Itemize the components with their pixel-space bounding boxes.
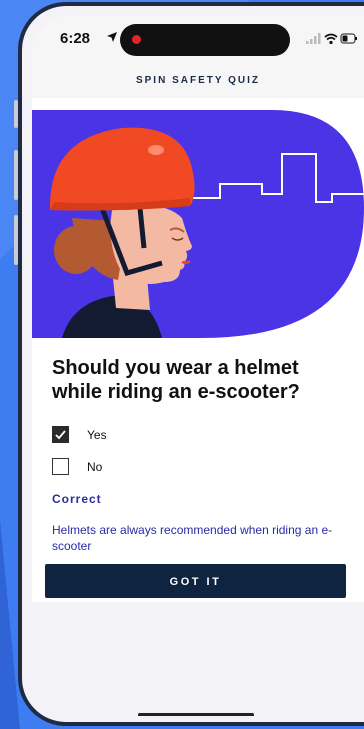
side-button: [14, 150, 18, 200]
option-label-yes: Yes: [87, 428, 107, 442]
app-screen: 6:28 SPIN SAFETY QUIZ Should you wear a …: [32, 16, 364, 716]
dynamic-island: [120, 24, 290, 56]
question-text: Should you wear a helmet while riding an…: [52, 357, 300, 403]
option-label-no: No: [87, 460, 103, 474]
battery-icon: [340, 33, 357, 44]
side-button: [14, 100, 18, 128]
helmet-rider-illustration: [32, 98, 364, 338]
wifi-icon: [324, 33, 338, 45]
status-time: 6:28: [60, 30, 91, 47]
empty-area: [32, 602, 364, 716]
page-title: SPIN SAFETY QUIZ: [135, 75, 261, 86]
status-bar: 6:28: [32, 16, 364, 66]
cellular-signal-icon: [306, 33, 321, 44]
recording-indicator: [132, 35, 141, 44]
got-it-button[interactable]: GOT IT: [45, 564, 346, 598]
face: [110, 205, 192, 284]
nav-bar: SPIN SAFETY QUIZ: [32, 66, 364, 99]
checkbox-yes[interactable]: [52, 426, 69, 443]
checkbox-no[interactable]: [52, 458, 69, 475]
result-title: Correct: [52, 492, 102, 506]
home-indicator[interactable]: [138, 713, 254, 716]
side-button: [14, 215, 18, 265]
result-explanation: Helmets are always recommended when ridi…: [52, 523, 333, 553]
location-arrow-icon: [107, 32, 117, 42]
status-icons: [306, 33, 357, 45]
checkmark-icon: [55, 430, 66, 440]
